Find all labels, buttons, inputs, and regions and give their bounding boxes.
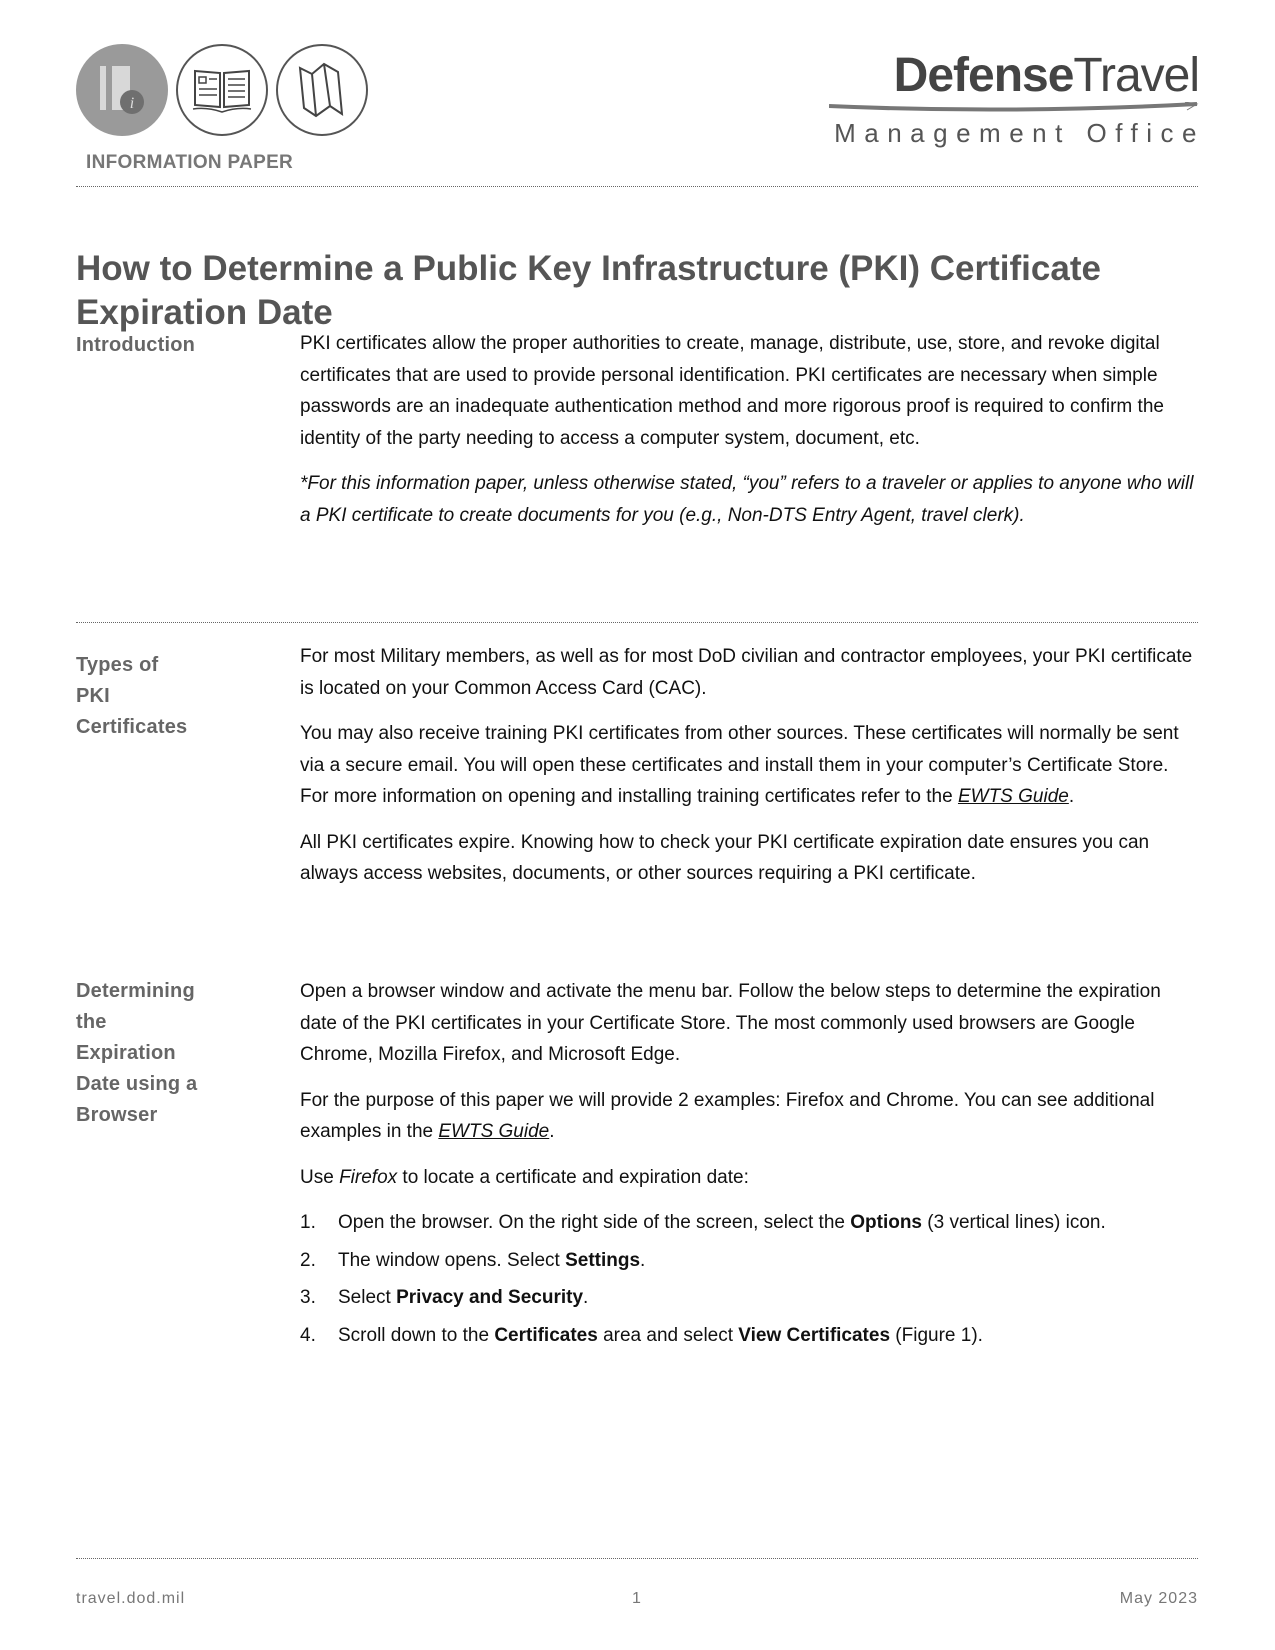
list-item: 3. Select Privacy and Security.	[300, 1282, 1200, 1314]
ewts-guide-link[interactable]: EWTS Guide	[438, 1121, 549, 1142]
section-label-types: Types of PKI Certificates	[76, 650, 266, 743]
step-number: 1.	[300, 1212, 316, 1233]
step-number: 2.	[300, 1249, 316, 1271]
text: Scroll down to the	[338, 1324, 495, 1346]
text: to locate a certificate and expiration d…	[397, 1166, 749, 1188]
label-line: Types of	[76, 654, 159, 676]
label-line: Date using a	[76, 1073, 198, 1095]
header-icon-group: i	[76, 44, 368, 136]
label-line: Browser	[76, 1104, 158, 1126]
label-line: PKI	[76, 685, 110, 707]
list-item: 1. Open the browser. On the right side of…	[300, 1207, 1200, 1239]
text: area and select	[597, 1324, 739, 1346]
text: Select	[338, 1287, 397, 1308]
ui-term: View Certificates	[738, 1324, 891, 1346]
intro-note: *For this information paper, unless othe…	[300, 468, 1200, 531]
ui-term: Privacy and Security	[396, 1287, 584, 1308]
section-types: For most Military members, as well as fo…	[300, 641, 1200, 904]
types-paragraph-1: For most Military members, as well as fo…	[300, 646, 1193, 699]
brand-subtitle: Management Office	[834, 118, 1205, 148]
label-line: Certificates	[76, 716, 188, 738]
text: (3 vertical lines) icon.	[922, 1212, 1106, 1233]
brand-name: DefenseTravel	[819, 49, 1200, 102]
text: Use	[300, 1166, 340, 1188]
determining-paragraph-2: For the purpose of this paper we will pr…	[300, 1085, 1200, 1148]
section-label-determining: Determining the Expiration Date using a …	[76, 976, 266, 1131]
brand-logo: DefenseTravel Management Office	[819, 49, 1200, 149]
information-icon: i	[76, 44, 168, 136]
browser-name: Firefox	[339, 1166, 398, 1188]
folded-map-icon	[276, 44, 368, 136]
list-item: 4. Scroll down to the Certificates area a…	[300, 1320, 1200, 1352]
text: Open the browser. On the right side of t…	[338, 1212, 851, 1233]
step-number: 3.	[300, 1287, 316, 1308]
ui-term: Options	[850, 1212, 923, 1233]
label-line: Determining	[76, 980, 195, 1002]
swoosh-icon	[829, 102, 1199, 112]
types-paragraph-3: All PKI certificates expire. Knowing how…	[300, 831, 1150, 885]
section-introduction: PKI certificates allow the proper author…	[300, 328, 1200, 545]
text: The window opens. Select	[338, 1249, 566, 1271]
intro-paragraph: PKI certificates allow the proper author…	[300, 333, 1164, 449]
text: .	[549, 1121, 555, 1142]
ui-term: Certificates	[494, 1324, 598, 1346]
firefox-steps-list: 1. Open the browser. On the right side of…	[300, 1207, 1200, 1351]
label-line: Expiration	[76, 1042, 176, 1064]
text: (Figure 1).	[890, 1324, 983, 1346]
footer-divider	[76, 1558, 1198, 1559]
text: For the purpose of this paper we will pr…	[300, 1089, 1155, 1143]
section-label-introduction: Introduction	[76, 334, 196, 356]
intro-note-text: *For this information paper, unless othe…	[300, 473, 1194, 526]
brand-name-light: Travel	[1073, 49, 1200, 102]
text: .	[1068, 786, 1075, 807]
text: .	[640, 1249, 646, 1271]
label-line: the	[76, 1011, 107, 1033]
document-type-label: INFORMATION PAPER	[86, 152, 294, 173]
section-determining: Open a browser window and activate the m…	[300, 976, 1200, 1357]
text: .	[583, 1287, 589, 1308]
determining-paragraph-3: Use Firefox to locate a certificate and …	[300, 1162, 1200, 1194]
page-title: How to Determine a Public Key Infrastruc…	[76, 249, 1101, 333]
footer-website: travel.dod.mil	[76, 1590, 186, 1607]
ui-term: Settings	[565, 1249, 641, 1271]
footer-date: May 2023	[1119, 1590, 1198, 1607]
ewts-guide-link[interactable]: EWTS Guide	[958, 786, 1069, 807]
header-divider	[76, 186, 1198, 187]
section-divider	[76, 622, 1198, 623]
open-book-icon	[176, 44, 268, 136]
svg-text:i: i	[130, 95, 134, 112]
types-paragraph-2: You may also receive training PKI certif…	[300, 718, 1200, 813]
list-item: 2. The window opens. Select Settings.	[300, 1245, 1200, 1277]
determining-paragraph-1: Open a browser window and activate the m…	[300, 981, 1161, 1065]
step-number: 4.	[300, 1324, 316, 1346]
page-number: 1	[632, 1590, 642, 1607]
brand-name-bold: Defense	[893, 49, 1075, 102]
